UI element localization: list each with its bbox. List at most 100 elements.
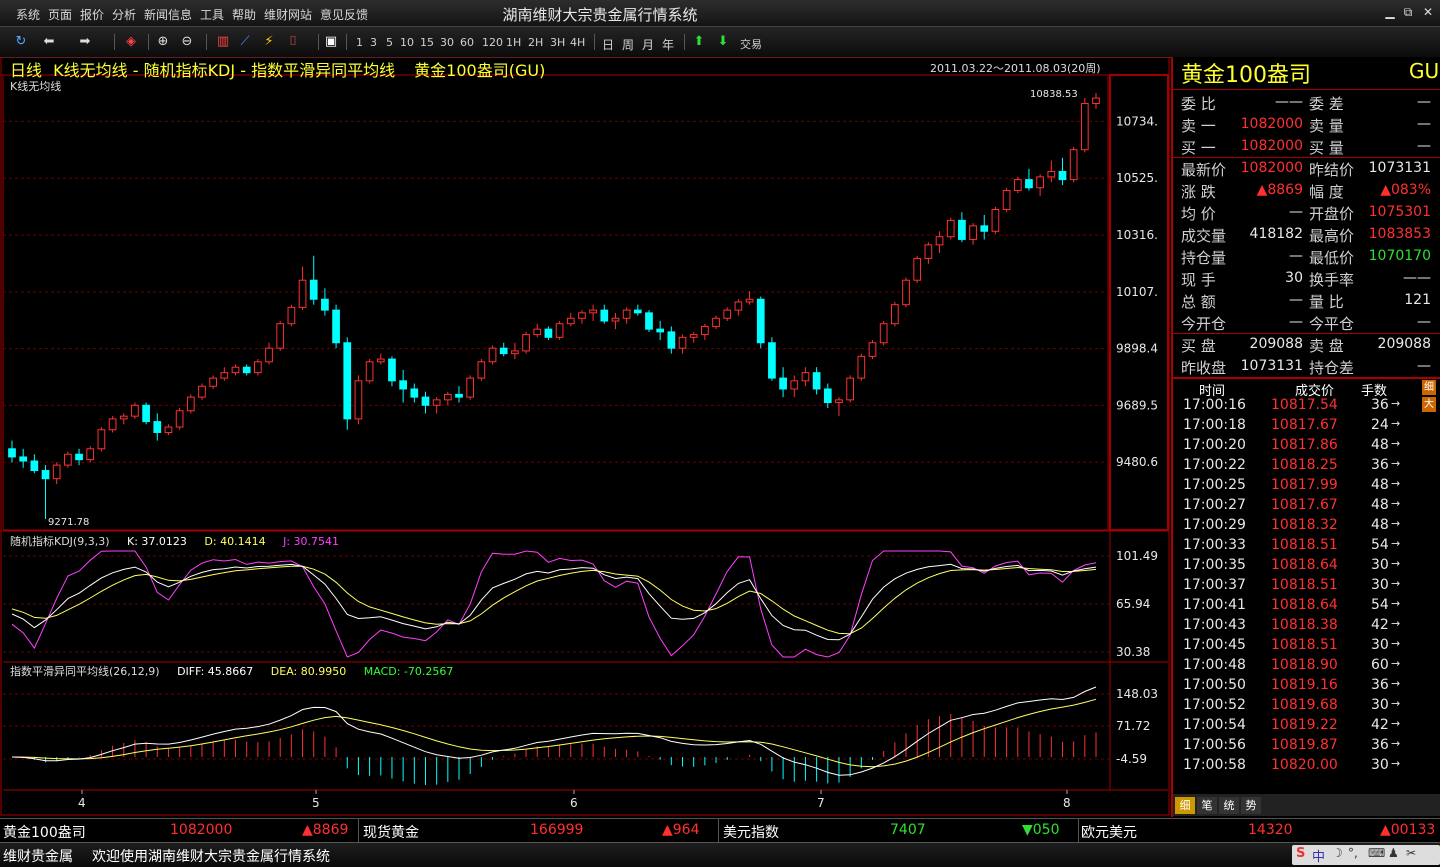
period-button-2[interactable]: 5 (386, 36, 393, 49)
tick-time: 17:00:33 (1183, 537, 1246, 553)
quote-label: 买 一 (1181, 139, 1216, 157)
cycle-button-3[interactable]: 年 (662, 36, 674, 53)
candle-body (276, 323, 285, 349)
arrow-right-icon: → (1391, 497, 1401, 510)
quote-label: 涨 跌 (1181, 183, 1216, 201)
bottom-tab-0[interactable]: 细 (1175, 797, 1195, 814)
zoom-out-icon[interactable]: ⊖ (180, 35, 194, 49)
arrow-right-icon: → (1391, 477, 1401, 490)
kdj-axis-label: 101.49 (1116, 549, 1158, 563)
period-button-11[interactable]: 4H (570, 36, 585, 49)
period-button-10[interactable]: 3H (550, 36, 565, 49)
candle-body (209, 377, 218, 387)
ime-icon[interactable]: S (1296, 846, 1305, 861)
tick-price: 10818.90 (1271, 657, 1338, 673)
keyboard-icon[interactable]: ⌨ (1368, 846, 1385, 860)
tick-time: 17:00:37 (1183, 577, 1246, 593)
quote-label: 最新价 (1181, 161, 1227, 179)
period-button-0[interactable]: 1 (356, 36, 363, 49)
quote-label: 今平仓 (1309, 315, 1355, 333)
kdj-axis-label: 30.38 (1116, 645, 1150, 659)
down-arrow-icon[interactable]: ⬇ (716, 35, 730, 49)
trade-button[interactable]: 交易 (740, 36, 762, 52)
candle-body (1025, 179, 1033, 189)
line-chart-icon[interactable]: ⟋ (238, 35, 252, 49)
quote-value: — (1289, 314, 1303, 330)
quote-value: 1073131 (1240, 358, 1303, 374)
arrow-right-icon: → (1391, 417, 1401, 430)
tick-price: 10819.22 (1271, 717, 1338, 733)
kline-chart[interactable]: 10734. 10525. 10316. 10107. 9898.4 9689.5 9480… (0, 56, 1170, 817)
tick-row: 17:00:37 10818.51 30 → (1173, 577, 1423, 597)
candle-body (64, 453, 72, 466)
candle-body (1036, 176, 1044, 189)
period-button-6[interactable]: 60 (460, 36, 474, 49)
candle-body (946, 219, 955, 238)
candle-body (701, 325, 709, 336)
x-axis-label: 5 (312, 796, 320, 810)
punct-icon[interactable]: °, (1348, 846, 1358, 860)
user-icon[interactable]: ♟ (1388, 846, 1399, 860)
price-axis-label: 9898.4 (1116, 342, 1158, 356)
candle-body (30, 460, 39, 472)
period-button-5[interactable]: 30 (440, 36, 454, 49)
back-icon[interactable]: ⬅ (42, 35, 56, 49)
ime-chinese-icon[interactable]: 中 (1312, 846, 1325, 865)
close-button[interactable]: ✕ (1420, 5, 1436, 19)
diamond-icon[interactable]: ◈ (124, 35, 138, 49)
candle-body (410, 388, 419, 398)
calendar-icon[interactable]: ▣ (324, 35, 338, 49)
arrow-right-icon: → (1391, 657, 1401, 670)
candle-body (745, 298, 754, 303)
quote-label: 均 价 (1181, 205, 1216, 223)
period-button-9[interactable]: 2H (528, 36, 543, 49)
cycle-button-0[interactable]: 日 (602, 36, 614, 53)
tick-row: 17:00:45 10818.51 30 → (1173, 637, 1423, 657)
period-button-3[interactable]: 10 (400, 36, 414, 49)
ticker-name: 黄金100盎司 (3, 825, 86, 841)
cycle-button-2[interactable]: 月 (642, 36, 654, 53)
side-tab-0[interactable]: 细 (1422, 380, 1436, 395)
candle-body (488, 347, 497, 363)
tick-price: 10818.25 (1271, 457, 1338, 473)
price-axis-label: 10525. (1116, 171, 1158, 185)
period-button-8[interactable]: 1H (506, 36, 521, 49)
tick-time: 17:00:25 (1183, 477, 1246, 493)
candle-body (712, 317, 720, 327)
macd-axis-label: -4.59 (1116, 752, 1147, 766)
period-button-1[interactable]: 3 (370, 36, 377, 49)
macd-indicator-label: 指数平滑异同平均线 (251, 61, 396, 80)
period-button-4[interactable]: 15 (420, 36, 434, 49)
draw-icon[interactable]: ⚡ (262, 35, 276, 49)
bottom-tab-1[interactable]: 笔 (1197, 797, 1217, 814)
cycle-button-1[interactable]: 周 (622, 36, 634, 53)
moon-icon[interactable]: ☽ (1332, 846, 1343, 860)
chart-frame (0, 56, 1170, 816)
candle-icon[interactable]: ▥ (216, 35, 230, 49)
candle-body (455, 393, 463, 398)
quote-panel: 黄金100盎司 GU 委 比 —— 委 差 — 卖 一 1082000 卖 量 — 买 一 108… (1171, 57, 1440, 817)
bottom-ticker: 黄金100盎司 1082000 ▲8869 现货黄金 166999 ▲964 美元指数 740… (0, 818, 1440, 842)
candle-body (589, 309, 597, 314)
forward-icon[interactable]: ➡ (78, 35, 92, 49)
tick-row: 17:00:48 10818.90 60 → (1173, 657, 1423, 677)
minimize-button[interactable]: ▁ (1382, 5, 1398, 19)
candle-body (890, 304, 899, 325)
restore-button[interactable]: ⧉ (1400, 5, 1416, 19)
refresh-icon[interactable]: ↻ (14, 35, 28, 49)
quote-label: 买 量 (1309, 139, 1344, 157)
quote-value: 1083853 (1368, 226, 1431, 242)
settings-icon[interactable]: ✂ (1406, 846, 1416, 860)
zoom-in-icon[interactable]: ⊕ (156, 35, 170, 49)
bottom-tab-2[interactable]: 统 (1219, 797, 1239, 814)
tools-icon[interactable]: ⌷ (286, 35, 300, 49)
tick-time: 17:00:50 (1183, 677, 1246, 693)
period-button-7[interactable]: 120 (482, 36, 503, 49)
quote-value: 1070170 (1368, 248, 1431, 264)
chart-area[interactable]: 10734. 10525. 10316. 10107. 9898.4 9689.5 9480… (0, 56, 1170, 817)
bottom-tab-3[interactable]: 势 (1241, 797, 1261, 814)
min-price-label: 9271.78 (48, 517, 89, 528)
tick-volume: 48 (1371, 517, 1389, 533)
side-tab-1[interactable]: 大 (1422, 397, 1436, 412)
up-arrow-icon[interactable]: ⬆ (692, 35, 706, 49)
